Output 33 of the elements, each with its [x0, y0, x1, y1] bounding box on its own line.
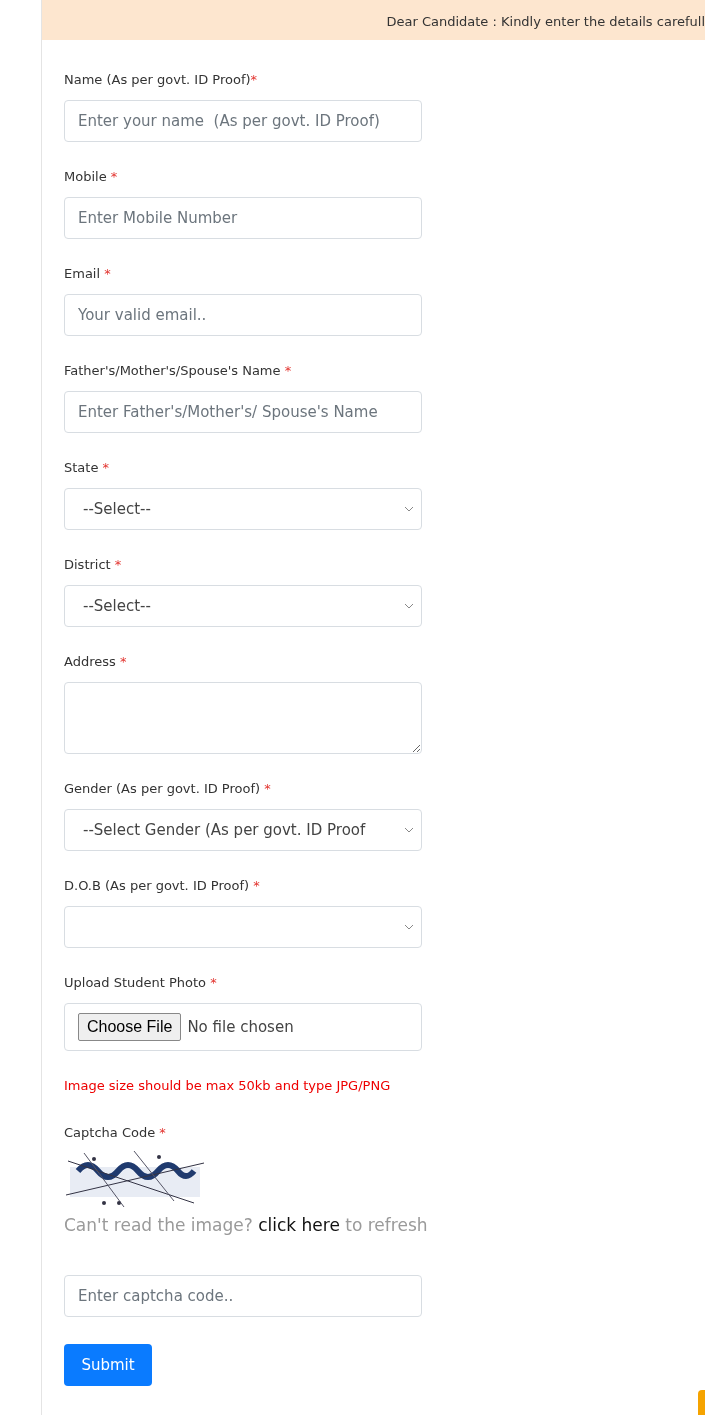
field-label: Father's/Mother's/Spouse's Name * [64, 363, 293, 380]
refresh-hint: Can't read the image? click here to refresh [64, 1215, 429, 1235]
field-label: D.O.B (As per govt. ID Proof) * [64, 878, 261, 895]
text-area[interactable] [64, 682, 422, 754]
notice-text: Dear Candidate : Kindly enter the details carefull [386, 12, 705, 29]
refresh-link[interactable]: click here [258, 1215, 340, 1235]
field-label: Gender (As per govt. ID Proof) * [64, 781, 272, 798]
file-hint: Image size should be max 50kb and type JPG/PNG [64, 1078, 392, 1093]
field-label: Mobile * [64, 169, 119, 186]
file-status: No file chosen [187, 1018, 294, 1036]
captcha-field[interactable]: Enter captcha code.. [64, 1275, 422, 1317]
chevron-icon [404, 603, 414, 609]
file-field[interactable]: Choose File No file chosen [64, 1003, 422, 1051]
select-field[interactable]: --Select Gender (As per govt. ID Proof [64, 809, 422, 851]
select-field[interactable] [64, 906, 422, 948]
submit-button[interactable]: Submit [64, 1344, 152, 1386]
choose-file-button[interactable]: Choose File [78, 1013, 182, 1041]
chevron-icon [404, 506, 414, 512]
input-field[interactable]: Enter your name (As per govt. ID Proof) [64, 100, 422, 142]
field-label: District * [64, 557, 123, 574]
field-label: Address * [64, 654, 128, 671]
chevron-icon [404, 924, 414, 930]
field-label: Upload Student Photo * [64, 975, 218, 992]
field-label: Captcha Code * [64, 1125, 167, 1142]
chevron-icon [404, 827, 414, 833]
select-field[interactable]: --Select-- [64, 585, 422, 627]
input-field[interactable]: Your valid email.. [64, 294, 422, 336]
select-field[interactable]: --Select-- [64, 488, 422, 530]
input-field[interactable]: Enter Mobile Number [64, 197, 422, 239]
field-label: Email * [64, 266, 112, 283]
field-label: Name (As per govt. ID Proof)* [64, 72, 259, 89]
input-field[interactable]: Enter Father's/Mother's/ Spouse's Name [64, 391, 422, 433]
field-label: State * [64, 460, 111, 477]
